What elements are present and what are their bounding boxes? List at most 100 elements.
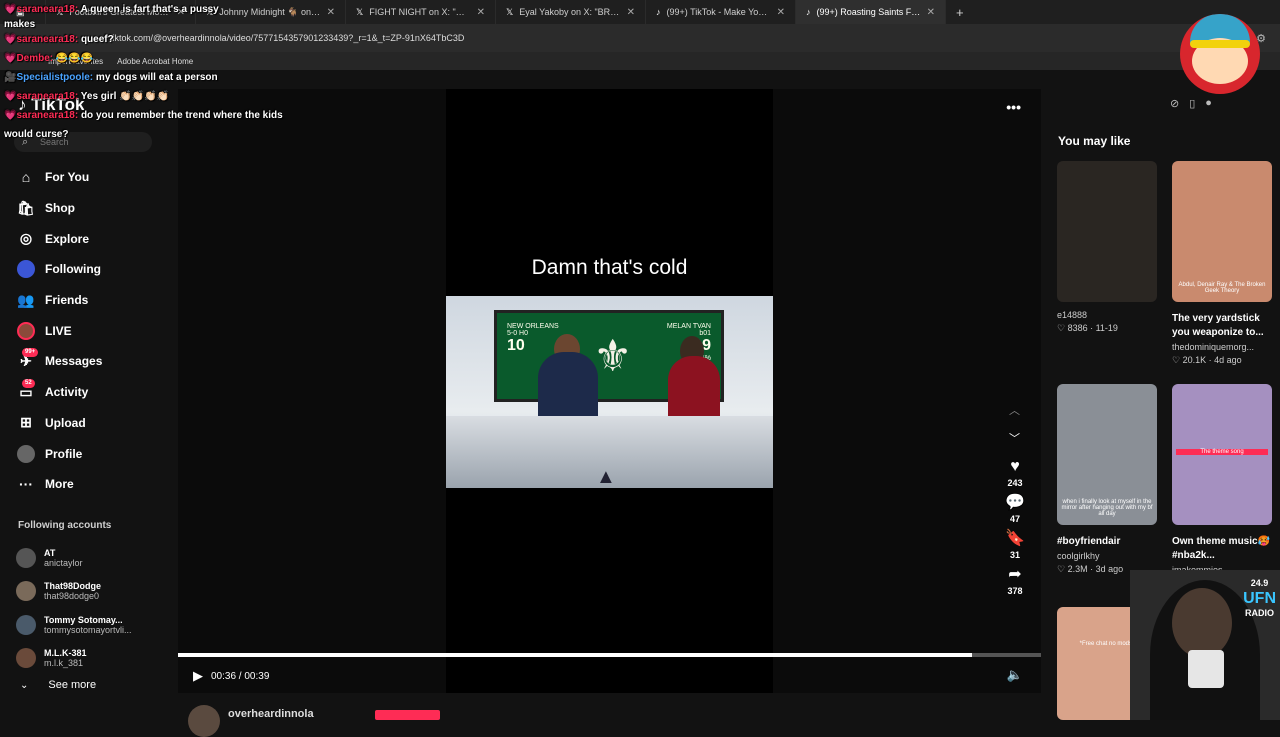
news-broadcast-image: NEW ORLEANS5-0 H010 MELAN TVANb011915% ⚜…: [446, 296, 773, 488]
nav-label: Explore: [45, 231, 90, 246]
browser-tab[interactable]: ♪ (99+) TikTok - Make Your Day ✕: [646, 0, 796, 24]
tab-close-icon[interactable]: ✕: [477, 7, 485, 18]
suggestion-thumbnail[interactable]: Abdul, Denair Ray & The Broken Geek Theo…: [1172, 161, 1272, 302]
nav-label: LIVE: [45, 323, 72, 338]
sidebar-nav: ⌂ For You 🛍 Shop ◎ Explore Following 👥 Frien…: [14, 162, 164, 500]
nav-profile[interactable]: Profile: [14, 438, 164, 469]
shop-icon: 🛍: [17, 199, 35, 216]
suggestion-title[interactable]: The very yardstick you weaponize to...: [1172, 312, 1272, 340]
play-icon[interactable]: ▶: [193, 668, 203, 684]
following-account[interactable]: M.L.K-381 m.l.k_381: [16, 642, 132, 676]
nav-for-you[interactable]: ⌂ For You: [14, 162, 164, 193]
scoreboard-left: NEW ORLEANS 5-0 H0 10: [507, 323, 559, 355]
chat-user: saraneara18:: [16, 34, 79, 45]
suggestion-user[interactable]: e14888: [1057, 310, 1157, 320]
suggestion-card[interactable]: when i finally look at myself in the mir…: [1057, 384, 1157, 575]
tab-title: Eyal Yakoby on X: "BREAKING: [519, 7, 620, 17]
profile-avatar-icon: [14, 444, 38, 463]
following-account[interactable]: AT anictaylor: [16, 541, 132, 575]
tab-title: (99+) Roasting Saints Fans: A N: [816, 7, 921, 17]
x-logo-icon: 𝕏: [506, 6, 514, 17]
volume-icon[interactable]: 🔈: [1007, 667, 1023, 683]
upload-header-icon[interactable]: ⊘: [1170, 97, 1179, 110]
previous-video-arrow-icon[interactable]: ︿: [1009, 402, 1020, 418]
nav-friends[interactable]: 👥 Friends: [14, 285, 164, 316]
author-avatar[interactable]: [188, 705, 220, 737]
team-right: MELAN TVAN: [666, 323, 711, 330]
tablet-icon[interactable]: ▯: [1189, 97, 1195, 110]
chat-user: Dembe:: [16, 53, 54, 64]
chat-text: Yes girl 👏🏻👏🏻👏🏻👏🏻: [80, 91, 169, 102]
avatar: [16, 614, 36, 635]
nav-label: Friends: [45, 293, 89, 308]
like-button[interactable]: ♥ 243: [1003, 458, 1027, 488]
tab-close-icon[interactable]: ✕: [627, 7, 635, 18]
share-count: 378: [1007, 586, 1023, 596]
video-progress-bar[interactable]: [178, 653, 1041, 657]
tab-close-icon[interactable]: ✕: [327, 7, 335, 18]
progress-fill: [178, 653, 972, 657]
nav-upload[interactable]: ⊞ Upload: [14, 408, 164, 439]
suggestion-thumbnail[interactable]: The theme song: [1172, 384, 1272, 525]
account-handle: that98dodge0: [44, 591, 100, 602]
webcam-mug: [1188, 650, 1224, 688]
bookmark-count: 31: [1009, 550, 1020, 560]
ufn-radio-logo: 24.9 UFN RADIO: [1243, 576, 1276, 621]
messages-icon: ✈ 99+: [14, 348, 39, 370]
suggestion-user[interactable]: thedominiquemorg...: [1172, 342, 1272, 352]
suggestion-thumbnail[interactable]: when i finally look at myself in the mir…: [1057, 384, 1157, 525]
share-button[interactable]: ➦ 378: [1003, 564, 1027, 596]
suggestion-thumbnail[interactable]: [1057, 161, 1157, 302]
next-video-arrow-icon[interactable]: ﹀: [1009, 430, 1020, 446]
bookmark-button[interactable]: 🔖 31: [1003, 528, 1027, 560]
account-handle: anictaylor: [44, 557, 83, 568]
chat-line: 💗saraneara18: queef?: [4, 34, 114, 45]
suggestion-card[interactable]: e14888 ♡ 8386 · 11-19: [1057, 161, 1157, 334]
suggestion-card[interactable]: Abdul, Denair Ray & The Broken Geek Theo…: [1172, 161, 1272, 366]
follow-button[interactable]: [375, 710, 440, 720]
nav-shop[interactable]: 🛍 Shop: [14, 193, 164, 224]
suggestion-user[interactable]: coolgirlkhy: [1057, 551, 1157, 561]
thumbnail-text: Abdul, Denair Ray & The Broken Geek Theo…: [1178, 282, 1266, 294]
tiktok-favicon-icon: ♪: [656, 7, 661, 17]
browser-tab-active[interactable]: ♪ (99+) Roasting Saints Fans: A N ✕: [796, 0, 946, 24]
video-frame[interactable]: Damn that's cold NEW ORLEANS 5-0 H0 10 MEL…: [446, 89, 773, 693]
browser-tab[interactable]: 𝕏 Eyal Yakoby on X: "BREAKING ✕: [496, 0, 646, 24]
new-tab-icon[interactable]: +: [956, 5, 964, 20]
suggestion-title[interactable]: Own theme music🥵 #nba2k...: [1172, 535, 1272, 563]
bookmark-icon: 🔖: [1005, 530, 1025, 547]
user-avatar-icon[interactable]: ●: [1205, 97, 1212, 110]
heart-icon: ♥: [1010, 458, 1020, 475]
comment-count: 47: [1009, 514, 1020, 524]
nav-label: Shop: [45, 201, 75, 216]
chat-user: saraneara18:: [16, 91, 79, 102]
suggestion-card[interactable]: The theme song Own theme music🥵 #nba2k..…: [1172, 384, 1272, 575]
badge-top: 24.9: [1250, 578, 1269, 588]
see-more-label: See more: [48, 679, 97, 691]
nav-live[interactable]: LIVE: [14, 315, 164, 346]
chat-text: my dogs will eat a person: [95, 72, 218, 83]
browser-tab[interactable]: 𝕏 FIGHT NIGHT on X: "Bet he wo ✕: [346, 0, 496, 24]
tab-close-icon[interactable]: ✕: [927, 7, 935, 18]
author-name[interactable]: overheardinnola: [228, 708, 314, 720]
suggestion-title[interactable]: #boyfriendair: [1057, 535, 1157, 549]
chat-line: 💗saraneara18: Yes girl 👏🏻👏🏻👏🏻👏🏻: [4, 91, 169, 102]
comment-button[interactable]: 💬 47: [1003, 492, 1027, 524]
nav-more[interactable]: ··· More: [14, 469, 164, 500]
tab-close-icon[interactable]: ✕: [777, 7, 785, 18]
see-more-button[interactable]: ⌄ See more: [20, 679, 96, 691]
nav-following[interactable]: Following: [14, 254, 164, 285]
nav-explore[interactable]: ◎ Explore: [14, 223, 164, 254]
account-handle: m.l.k_381: [44, 658, 84, 669]
avatar-hat-brim: [1190, 40, 1250, 48]
nav-messages[interactable]: ✈ 99+ Messages: [14, 346, 164, 377]
more-options-icon[interactable]: •••: [1006, 99, 1021, 115]
nav-activity[interactable]: ▭ 52 Activity: [14, 377, 164, 408]
nav-label: Profile: [45, 446, 83, 461]
following-account[interactable]: Tommy Sotomay... tommysotomayortvli...: [16, 608, 132, 642]
video-player[interactable]: Damn that's cold NEW ORLEANS 5-0 H0 10 MEL…: [178, 89, 1041, 693]
stream-chat-overlay: 💗saraneara18: A queen is fart that's a p…: [4, 0, 284, 144]
following-account[interactable]: That98Dodge that98dodge0: [16, 575, 132, 609]
live-avatar-icon: [14, 321, 38, 340]
account-name: That98Dodge: [44, 581, 102, 592]
